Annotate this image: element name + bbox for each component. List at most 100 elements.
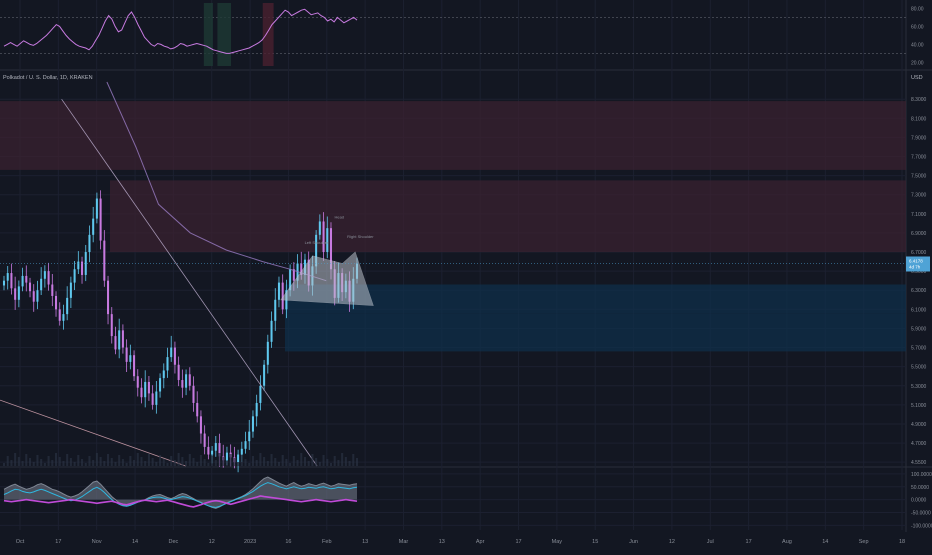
volume-bar (110, 458, 113, 466)
rsi-tick-label: 80.00 (911, 6, 924, 12)
candle-body (144, 381, 147, 398)
time-tick-label: 12 (669, 539, 675, 545)
candle-body (248, 431, 251, 442)
volume-bar (114, 462, 117, 466)
time-tick-label: Jul (707, 539, 714, 545)
volume-bar (211, 456, 214, 466)
zone-blue (285, 284, 906, 314)
price-tick-label: 7.1000 (911, 212, 927, 218)
volume-bar (69, 458, 72, 466)
volume-bar (2, 463, 6, 466)
price-tick-label: 4.9000 (911, 422, 927, 428)
volume-bar (14, 453, 17, 466)
volume-bar (214, 460, 217, 466)
price-tick-label: 5.3000 (911, 384, 927, 390)
price-tick-label: 5.1000 (911, 403, 927, 409)
volume-bar (222, 457, 225, 466)
volume-bar (329, 463, 333, 466)
price-tick-label: 6.3000 (911, 288, 927, 294)
candle-body (77, 261, 80, 270)
candle-body (318, 221, 321, 235)
volume-bar (77, 455, 80, 466)
chart-svg[interactable]: 4.5500 4.7000 4.9000 5.1000 5.3000 5.5000 5.70… (0, 0, 932, 550)
volume-bar (203, 459, 206, 466)
candle-body (225, 452, 228, 461)
volume-bar (352, 454, 355, 466)
volume-bar (185, 461, 188, 466)
time-tick-label: Mar (399, 539, 409, 545)
candle-body (69, 282, 72, 298)
volume-bar (84, 463, 87, 466)
candle-body (322, 221, 325, 253)
volume-bar (263, 457, 266, 466)
candle-body (125, 347, 128, 362)
volume-bar (274, 458, 277, 466)
volume-bar (240, 455, 243, 466)
trading-chart[interactable]: 4.5500 4.7000 4.9000 5.1000 5.3000 5.5000 5.70… (0, 0, 932, 550)
symbol-legend: Polkadot / U. S. Dollar, 1D, KRAKEN (3, 75, 93, 81)
current-price-badge[interactable]: 6.4178 4d 7h (906, 256, 930, 272)
time-tick-label: Aug (782, 539, 792, 545)
time-tick-label: Sep (859, 539, 869, 545)
candle-body (114, 336, 117, 350)
volume-bar (66, 454, 69, 466)
time-tick-label: 13 (362, 539, 368, 545)
volume-bar (285, 459, 288, 466)
time-tick-label: Nov (92, 539, 102, 545)
candle-body (181, 380, 184, 388)
candle-body (40, 278, 43, 291)
volume-bar (25, 454, 28, 466)
volume-bar (259, 453, 262, 466)
volume-bar (326, 459, 329, 466)
volume-bar (129, 456, 132, 466)
volume-bar (277, 462, 280, 466)
volume-bar (151, 458, 154, 466)
volume-bar (58, 457, 61, 466)
volume-bar (159, 455, 162, 466)
candle-body (192, 385, 195, 403)
candle-body (136, 376, 139, 388)
time-tick-label: 14 (132, 539, 138, 545)
price-tick-label: 8.3000 (911, 97, 927, 103)
candle-body (237, 454, 240, 463)
candle-body (6, 273, 9, 281)
candle-body (244, 441, 247, 449)
volume-bar (292, 456, 295, 466)
candle-body (203, 433, 206, 447)
volume-bar (188, 454, 191, 466)
candle-body (170, 347, 173, 358)
candle-body (14, 288, 17, 300)
candle-body (251, 416, 254, 432)
volume-bar (40, 459, 43, 466)
candle-body (17, 286, 20, 300)
volume-bar (322, 455, 325, 466)
time-tick-label: 15 (592, 539, 598, 545)
rsi-tick-label: 20.00 (911, 60, 924, 66)
price-tick-label: 5.9000 (911, 326, 927, 332)
volume-bar (51, 460, 54, 466)
volume-bar (118, 455, 121, 466)
zone-blue (285, 313, 906, 352)
candle-body (25, 275, 28, 283)
candle-body (207, 446, 210, 455)
price-tick-label: 7.7000 (911, 155, 927, 161)
volume-bar (303, 457, 307, 466)
rsi-tick-label: 60.00 (911, 24, 924, 30)
candle-body (99, 198, 102, 241)
time-tick-label: Feb (322, 539, 331, 545)
osc-tick-label: -50.0000 (911, 511, 931, 517)
time-tick-label: 12 (209, 539, 215, 545)
volume-bar (28, 458, 32, 466)
osc-tick-label: 100.0000 (911, 472, 932, 478)
volume-bar (36, 455, 39, 466)
volume-bar (140, 457, 143, 466)
volume-bar (229, 454, 232, 466)
candle-body (255, 402, 258, 417)
volume-bar (315, 458, 318, 466)
time-tick-label: Apr (476, 539, 485, 545)
candle-body (54, 295, 58, 310)
price-tick-label: 5.5000 (911, 365, 927, 371)
candle-body (177, 364, 180, 381)
volume-bar (73, 462, 76, 466)
rsi-highlight (203, 3, 213, 66)
